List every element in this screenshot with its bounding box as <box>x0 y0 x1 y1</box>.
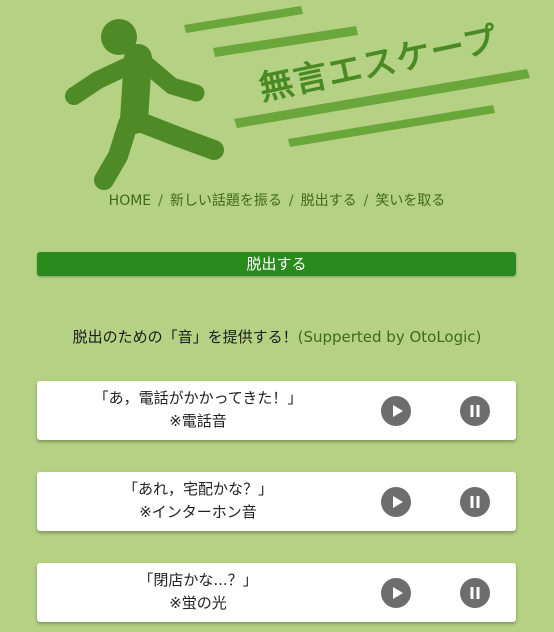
play-icon <box>393 496 403 508</box>
intro-text: 脱出のための「音」を提供する！(Supperted by OtoLogic) <box>0 326 554 347</box>
pause-button[interactable] <box>460 487 490 517</box>
intro-description: 脱出のための「音」を提供する！ <box>72 328 298 346</box>
sound-note: ※インターホン音 <box>139 503 257 521</box>
nav-home-link[interactable]: HOME <box>109 193 151 209</box>
pause-icon <box>470 587 480 599</box>
sound-note: ※蛍の光 <box>169 594 227 612</box>
breadcrumb-separator: / <box>288 193 294 209</box>
pause-icon <box>470 405 480 417</box>
pause-button[interactable] <box>460 578 490 608</box>
play-button[interactable] <box>381 578 411 608</box>
sound-quote: 「あ，電話がかかってきた！」 <box>93 389 303 407</box>
play-button[interactable] <box>381 487 411 517</box>
sound-card-intercom: 「あれ，宅配かな？」 ※インターホン音 <box>37 472 516 531</box>
sound-description: 「閉店かな...？」 ※蛍の光 <box>37 569 359 615</box>
page: 無言エスケープ HOME / 新しい話題を振る / 脱出する / 笑いを取る 脱出する 脱出… <box>0 0 554 632</box>
nav-escape-link[interactable]: 脱出する <box>301 193 357 209</box>
play-button[interactable] <box>381 396 411 426</box>
section-title: 脱出する <box>37 252 516 276</box>
breadcrumb-separator: / <box>363 193 369 209</box>
breadcrumb-separator: / <box>158 193 163 209</box>
sound-description: 「あれ，宅配かな？」 ※インターホン音 <box>37 478 359 524</box>
play-icon <box>393 587 403 599</box>
credit-text: (Supperted by OtoLogic) <box>297 328 482 346</box>
sound-card-phone: 「あ，電話がかかってきた！」 ※電話音 <box>37 381 516 440</box>
play-icon <box>393 405 403 417</box>
pause-button[interactable] <box>460 396 490 426</box>
sound-quote: 「閉店かな...？」 <box>138 571 258 589</box>
sound-description: 「あ，電話がかかってきた！」 ※電話音 <box>37 387 359 433</box>
nav-laugh-link[interactable]: 笑いを取る <box>375 193 445 209</box>
nav-new-topic-link[interactable]: 新しい話題を振る <box>170 193 282 209</box>
breadcrumb: HOME / 新しい話題を振る / 脱出する / 笑いを取る <box>0 190 554 210</box>
pause-icon <box>470 496 480 508</box>
sound-card-closing: 「閉店かな...？」 ※蛍の光 <box>37 563 516 622</box>
sound-note: ※電話音 <box>169 412 227 430</box>
sound-quote: 「あれ，宅配かな？」 <box>122 480 273 498</box>
site-logo[interactable]: 無言エスケープ <box>0 0 554 190</box>
